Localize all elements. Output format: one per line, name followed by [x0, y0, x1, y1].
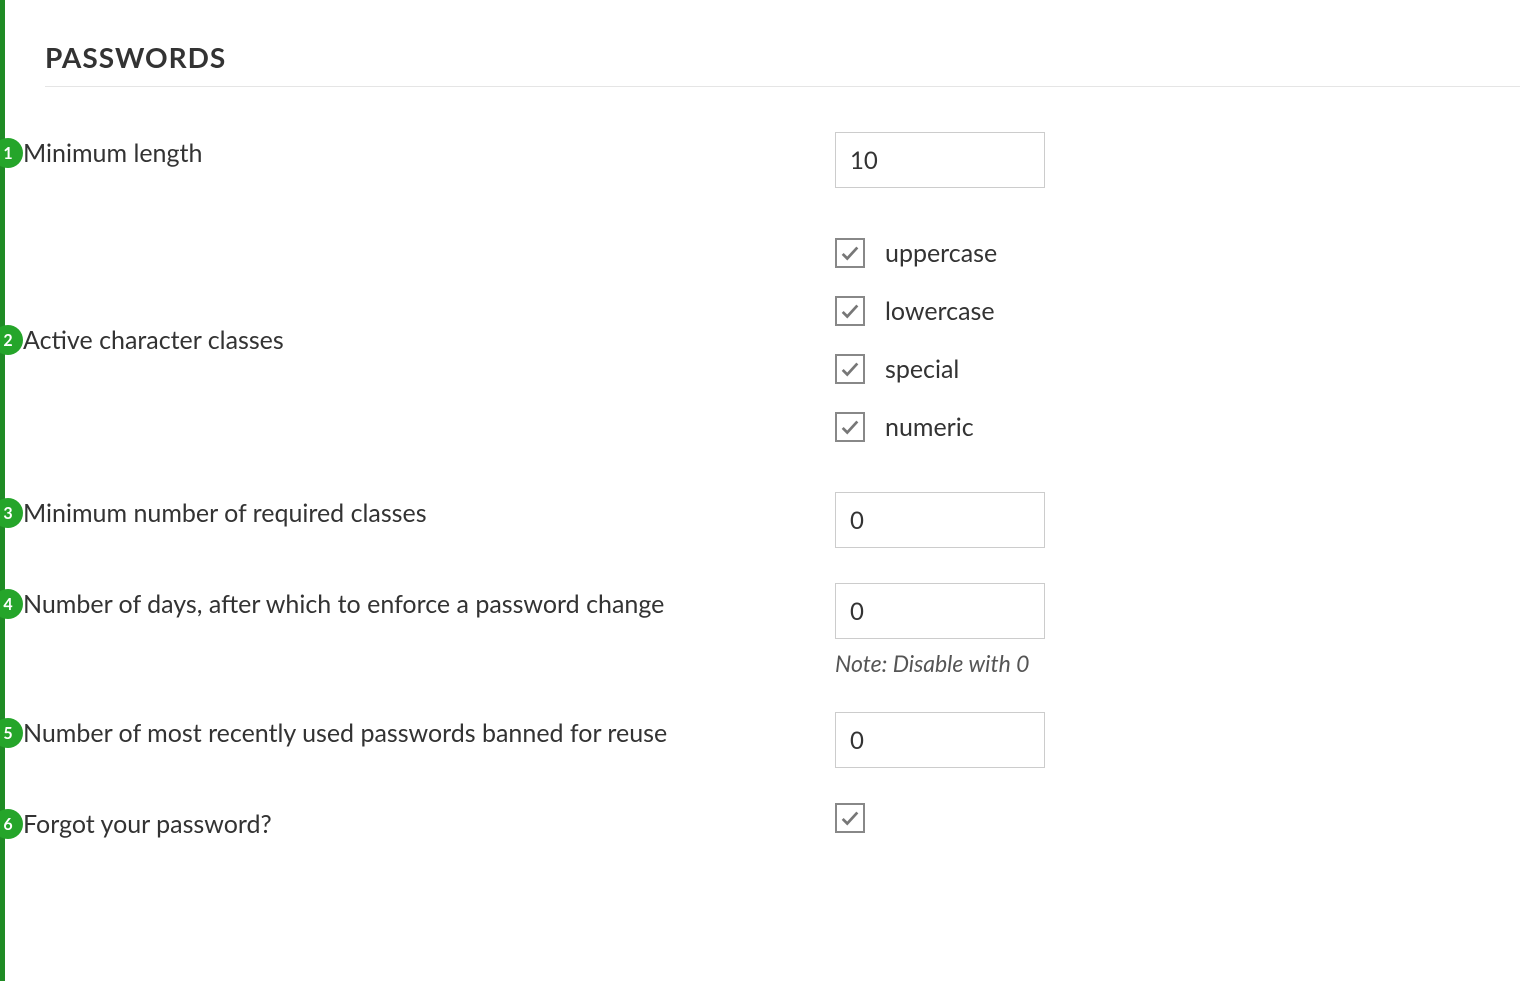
uppercase-label: uppercase	[885, 238, 997, 268]
forgot-password-row: 6 Forgot your password?	[45, 803, 1520, 839]
char-classes-label: Active character classes	[23, 325, 284, 355]
min-length-label: Minimum length	[23, 138, 202, 168]
forgot-password-label: Forgot your password?	[23, 809, 272, 839]
badge-4: 4	[0, 589, 23, 619]
special-label: special	[885, 354, 959, 384]
badge-1: 1	[0, 138, 23, 168]
min-classes-input[interactable]	[835, 492, 1045, 548]
min-classes-label: Minimum number of required classes	[23, 498, 427, 528]
section-title: PASSWORDS	[45, 40, 1520, 86]
numeric-label: numeric	[885, 412, 974, 442]
uppercase-checkbox[interactable]	[835, 238, 865, 268]
char-classes-row: 2 Active character classes uppercase low…	[45, 238, 1520, 442]
banned-reuse-input[interactable]	[835, 712, 1045, 768]
min-length-row: 1 Minimum length	[45, 132, 1520, 188]
char-class-item: numeric	[835, 412, 1115, 442]
section-divider	[45, 86, 1520, 87]
lowercase-checkbox[interactable]	[835, 296, 865, 326]
badge-6: 6	[0, 809, 23, 839]
char-class-item: lowercase	[835, 296, 1115, 326]
badge-2: 2	[0, 325, 23, 355]
badge-3: 3	[0, 498, 23, 528]
numeric-checkbox[interactable]	[835, 412, 865, 442]
days-enforce-row: 4 Number of days, after which to enforce…	[45, 583, 1520, 677]
special-checkbox[interactable]	[835, 354, 865, 384]
forgot-password-checkbox[interactable]	[835, 803, 865, 833]
banned-reuse-label: Number of most recently used passwords b…	[23, 718, 667, 748]
banned-reuse-row: 5 Number of most recently used passwords…	[45, 712, 1520, 768]
days-enforce-input[interactable]	[835, 583, 1045, 639]
passwords-settings-panel: PASSWORDS 1 Minimum length 2 Active char…	[0, 0, 1520, 981]
days-enforce-label: Number of days, after which to enforce a…	[23, 589, 664, 619]
min-classes-row: 3 Minimum number of required classes	[45, 492, 1520, 548]
badge-5: 5	[0, 718, 23, 748]
days-enforce-hint: Note: Disable with 0	[835, 649, 1115, 677]
min-length-input[interactable]	[835, 132, 1045, 188]
char-classes-list: uppercase lowercase special numeric	[835, 238, 1115, 442]
char-class-item: special	[835, 354, 1115, 384]
char-class-item: uppercase	[835, 238, 1115, 268]
lowercase-label: lowercase	[885, 296, 995, 326]
